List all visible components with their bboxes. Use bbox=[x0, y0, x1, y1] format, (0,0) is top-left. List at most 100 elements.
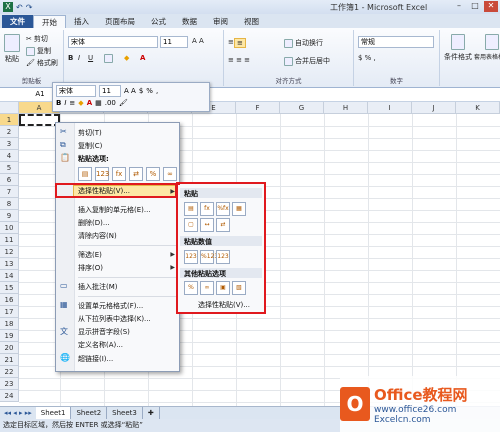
row-header[interactable]: 1 bbox=[0, 114, 19, 126]
undo-icon[interactable]: ↶ bbox=[16, 3, 23, 12]
percent-icon[interactable]: % bbox=[146, 87, 153, 95]
tab-data[interactable]: 数据 bbox=[174, 15, 205, 28]
format-as-table-button[interactable]: 套用表格格式 bbox=[474, 34, 500, 61]
mini-size-select[interactable]: 11 bbox=[99, 85, 121, 97]
menu-item-format-cells[interactable]: 设置单元格格式(F)... bbox=[78, 301, 143, 311]
wrap-text-button[interactable]: 自动换行 bbox=[284, 38, 323, 48]
paste-no-border-icon[interactable]: ▢ bbox=[184, 218, 198, 232]
tab-review[interactable]: 审阅 bbox=[205, 15, 236, 28]
currency-button[interactable]: $ % , bbox=[358, 54, 376, 62]
mini-bold-button[interactable]: B bbox=[56, 99, 61, 107]
column-header-f[interactable]: F bbox=[236, 102, 280, 114]
row-header[interactable]: 16 bbox=[0, 294, 19, 306]
tab-page-layout[interactable]: 页面布局 bbox=[97, 15, 143, 28]
menu-item-insert-copied[interactable]: 插入复制的单元格(E)... bbox=[78, 205, 151, 215]
new-sheet-icon[interactable]: ✚ bbox=[143, 407, 160, 419]
row-header[interactable]: 17 bbox=[0, 306, 19, 318]
values-icon[interactable]: 123 bbox=[184, 250, 198, 264]
border-button[interactable] bbox=[104, 54, 113, 63]
row-header[interactable]: 24 bbox=[0, 390, 19, 402]
menu-item-define-name[interactable]: 定义名称(A)... bbox=[78, 340, 123, 350]
maximize-button[interactable]: □ bbox=[468, 1, 482, 12]
font-color-button[interactable]: A bbox=[140, 54, 145, 62]
paste-transpose-icon[interactable]: ⇄ bbox=[216, 218, 230, 232]
row-header[interactable]: 21 bbox=[0, 354, 19, 366]
tab-insert[interactable]: 插入 bbox=[66, 15, 97, 28]
row-header[interactable]: 5 bbox=[0, 162, 19, 174]
mini-align-icon[interactable]: ≡ bbox=[69, 99, 75, 107]
column-header-k[interactable]: K bbox=[456, 102, 500, 114]
grow-font-button[interactable]: A A bbox=[192, 37, 204, 45]
paste-formatting-icon[interactable]: % bbox=[184, 281, 198, 295]
values-number-format-icon[interactable]: %123 bbox=[200, 250, 218, 264]
menu-item-cut[interactable]: 剪切(T) bbox=[78, 128, 102, 138]
column-header-i[interactable]: I bbox=[368, 102, 412, 114]
font-name-select[interactable]: 宋体 bbox=[68, 36, 158, 48]
row-header[interactable]: 7 bbox=[0, 186, 19, 198]
column-header-j[interactable]: J bbox=[412, 102, 456, 114]
select-all-corner[interactable] bbox=[0, 102, 19, 114]
row-header[interactable]: 14 bbox=[0, 270, 19, 282]
underline-button[interactable]: U bbox=[88, 54, 93, 62]
paste-format-icon[interactable]: % bbox=[146, 167, 160, 181]
menu-item-pick-list[interactable]: 从下拉列表中选择(K)... bbox=[78, 314, 151, 324]
tab-home[interactable]: 开始 bbox=[33, 15, 66, 28]
menu-item-delete[interactable]: 删除(D)... bbox=[78, 218, 110, 228]
close-button[interactable]: ✕ bbox=[484, 1, 498, 12]
menu-item-sort[interactable]: 排序(O) bbox=[78, 263, 103, 273]
currency-icon[interactable]: $ bbox=[139, 87, 143, 95]
redo-icon[interactable]: ↷ bbox=[26, 3, 33, 12]
excel-icon[interactable]: X bbox=[3, 2, 13, 12]
row-header[interactable]: 9 bbox=[0, 210, 19, 222]
italic-button[interactable]: I bbox=[78, 54, 80, 62]
row-header[interactable]: 19 bbox=[0, 330, 19, 342]
menu-item-filter[interactable]: 筛选(E) bbox=[78, 250, 102, 260]
row-header[interactable]: 20 bbox=[0, 342, 19, 354]
format-painter-button[interactable]: 🖌 格式刷 bbox=[26, 58, 58, 68]
align-left-button[interactable]: ≡ ≡ ≡ bbox=[228, 56, 250, 64]
paste-option-icon[interactable]: ▤ bbox=[78, 167, 92, 181]
row-header[interactable]: 13 bbox=[0, 258, 19, 270]
align-middle-button[interactable]: ≡ bbox=[234, 38, 246, 48]
paste-linked-picture-icon[interactable]: ▧ bbox=[232, 281, 246, 295]
tab-formulas[interactable]: 公式 bbox=[143, 15, 174, 28]
row-header[interactable]: 11 bbox=[0, 234, 19, 246]
sheet-nav-arrows-icon[interactable]: ◂◂ ◂ ▸ ▸▸ bbox=[0, 409, 36, 417]
paste-col-width-icon[interactable]: ↔ bbox=[200, 218, 214, 232]
tab-view[interactable]: 视图 bbox=[236, 15, 267, 28]
paste-button[interactable]: 粘贴 bbox=[4, 34, 20, 64]
values-source-format-icon[interactable]: 123 bbox=[216, 250, 230, 264]
menu-item-phonetic[interactable]: 显示拼音字段(S) bbox=[78, 327, 130, 337]
row-header[interactable]: 12 bbox=[0, 246, 19, 258]
tab-file[interactable]: 文件 bbox=[2, 15, 33, 28]
row-header[interactable]: 10 bbox=[0, 222, 19, 234]
copy-button[interactable]: 复制 bbox=[26, 46, 51, 56]
paste-transpose-icon[interactable]: ⇄ bbox=[129, 167, 143, 181]
menu-item-clear[interactable]: 清除内容(N) bbox=[78, 231, 117, 241]
mini-painter-icon[interactable]: 🖌 bbox=[119, 99, 128, 107]
conditional-format-button[interactable]: 条件格式 bbox=[444, 34, 472, 62]
merge-center-button[interactable]: 合并后居中 bbox=[284, 56, 330, 66]
font-size-select[interactable]: 11 bbox=[160, 36, 188, 48]
paste-link-icon[interactable]: ∞ bbox=[163, 167, 177, 181]
submenu-paste-special-item[interactable]: 选择性粘贴(V)... bbox=[198, 300, 250, 310]
menu-item-hyperlink[interactable]: 超链接(I)... bbox=[78, 354, 113, 364]
number-format-select[interactable]: 常规 bbox=[358, 36, 434, 48]
paste-formula-icon[interactable]: fx bbox=[200, 202, 214, 216]
mini-font-select[interactable]: 宋体 bbox=[56, 85, 96, 97]
row-header[interactable]: 23 bbox=[0, 378, 19, 390]
sheet-tab-3[interactable]: Sheet3 bbox=[107, 407, 143, 419]
sheet-tab-1[interactable]: Sheet1 bbox=[35, 407, 72, 419]
mini-fill-icon[interactable]: ◆ bbox=[78, 99, 83, 107]
paste-all-icon[interactable]: ▤ bbox=[184, 202, 198, 216]
sheet-tab-2[interactable]: Sheet2 bbox=[71, 407, 108, 419]
fill-color-button[interactable]: ◆ bbox=[124, 54, 129, 62]
mini-decimal-icon[interactable]: .00 bbox=[105, 99, 116, 107]
paste-keep-source-icon[interactable]: ▦ bbox=[232, 202, 246, 216]
row-header[interactable]: 6 bbox=[0, 174, 19, 186]
mini-italic-button[interactable]: I bbox=[64, 99, 66, 107]
row-header[interactable]: 22 bbox=[0, 366, 19, 378]
row-header[interactable]: 4 bbox=[0, 150, 19, 162]
menu-item-insert-comment[interactable]: 插入批注(M) bbox=[78, 282, 118, 292]
row-header[interactable]: 3 bbox=[0, 138, 19, 150]
